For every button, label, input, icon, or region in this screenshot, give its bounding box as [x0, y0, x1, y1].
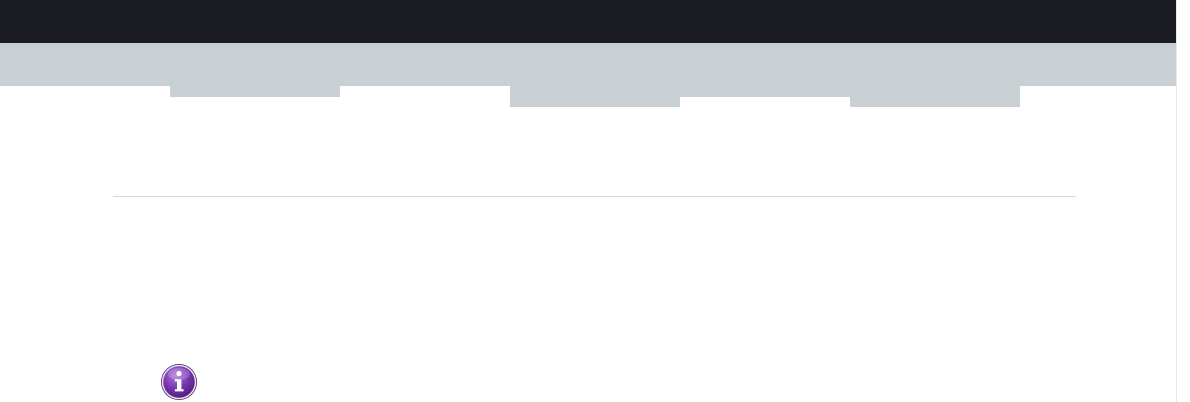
nav-tab-2[interactable]: [510, 86, 680, 107]
top-header-bar: [0, 0, 1176, 43]
nav-tab-4[interactable]: [850, 86, 1020, 107]
section-divider: [113, 196, 1076, 197]
nav-tab-1[interactable]: [170, 86, 340, 97]
navigation-bar: [0, 43, 1176, 86]
page: [0, 0, 1190, 402]
nav-tab-3[interactable]: [680, 86, 850, 97]
vertical-scrollbar[interactable]: [1176, 0, 1190, 402]
info-icon: [159, 362, 199, 402]
